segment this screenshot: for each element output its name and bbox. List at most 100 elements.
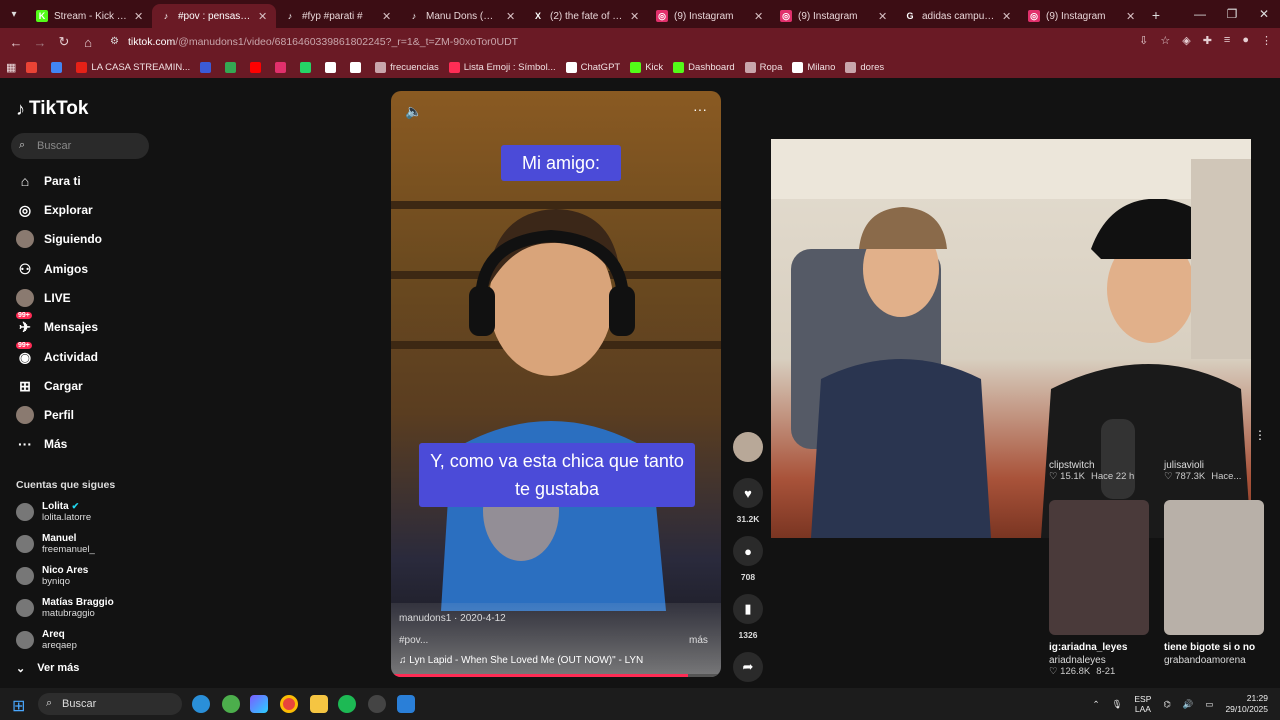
tab-close-icon[interactable]: ✕	[630, 10, 640, 23]
heart-icon[interactable]: ♥	[733, 478, 763, 508]
see-more-button[interactable]: ⌄ Ver más	[16, 662, 79, 675]
site-info-icon[interactable]: ⚙	[110, 36, 119, 47]
install-icon[interactable]: ⇩	[1139, 34, 1148, 47]
microphone-icon[interactable]: 🎙	[1112, 699, 1123, 710]
followed-account[interactable]: Matías Braggio matubraggio	[16, 597, 114, 619]
nav-item-explorar[interactable]: ◎ Explorar	[16, 199, 93, 221]
tab-close-icon[interactable]: ✕	[258, 10, 268, 23]
file-explorer-icon[interactable]	[310, 695, 328, 713]
back-icon[interactable]: ←	[4, 35, 28, 50]
followed-account[interactable]: Lolita ✔ lolita.latorre	[16, 501, 91, 523]
home-icon[interactable]: ⌂	[76, 35, 100, 50]
side-video-card[interactable]: julisavioli ♡ 787.3K Hace...	[1164, 460, 1264, 482]
clock[interactable]: 21:29 29/10/2025	[1225, 693, 1268, 715]
video-hashtags[interactable]: #pov...	[399, 635, 428, 646]
video-player[interactable]: Mi amigo: Y, como va esta chica que tant…	[391, 91, 721, 677]
bookmark-item[interactable]	[225, 61, 240, 73]
bookmark-item[interactable]	[325, 61, 340, 73]
tab-close-icon[interactable]: ✕	[878, 10, 888, 23]
video-progress-bar[interactable]	[391, 674, 721, 677]
language-indicator[interactable]: ESP LAA	[1134, 694, 1151, 714]
caption-more-link[interactable]: más	[689, 635, 708, 646]
xbox-icon[interactable]	[222, 695, 240, 713]
tab-close-icon[interactable]: ✕	[754, 10, 764, 23]
comment-icon[interactable]: ●	[733, 536, 763, 566]
app-icon[interactable]	[397, 695, 415, 713]
bookmark-item[interactable]: Lista Emoji : Símbol...	[448, 61, 556, 73]
browser-tab[interactable]: ◎ (9) Instagram ✕	[772, 4, 896, 28]
bookmark-star-icon[interactable]: ☆	[1160, 34, 1170, 47]
tab-close-icon[interactable]: ✕	[1002, 10, 1012, 23]
bookmark-item[interactable]: Milano	[792, 61, 835, 73]
nav-item-cargar[interactable]: ⊞ Cargar	[16, 375, 83, 397]
action-bookmark[interactable]: ▮ 1326	[730, 594, 766, 640]
bookmark-item[interactable]	[51, 61, 66, 73]
bookmark-item[interactable]	[26, 61, 41, 73]
copilot-icon[interactable]	[250, 695, 268, 713]
nav-item-para-ti[interactable]: ⌂ Para ti	[16, 170, 81, 192]
forward-icon[interactable]: →	[28, 35, 52, 50]
nav-item-amigos[interactable]: ⚇ Amigos	[16, 258, 88, 280]
tray-chevron-icon[interactable]: ⌃	[1092, 699, 1099, 710]
close-window-icon[interactable]: ✕	[1248, 7, 1280, 21]
nav-item-live[interactable]: ● LIVE	[16, 287, 71, 309]
video-options-icon[interactable]: ···	[693, 101, 707, 117]
reload-icon[interactable]: ↻	[52, 34, 76, 50]
tab-close-icon[interactable]: ✕	[134, 10, 144, 23]
menu-dots-icon[interactable]: ⋮	[1261, 34, 1272, 47]
browser-tab[interactable]: K Stream - Kick Dashboard ✕	[28, 4, 152, 28]
share-icon[interactable]: ➦	[733, 652, 763, 682]
browser-tab[interactable]: ◎ (9) Instagram ✕	[1020, 4, 1144, 28]
tab-close-icon[interactable]: ✕	[1126, 10, 1136, 23]
side-video-card[interactable]: clipstwitch ♡ 15.1K Hace 22 h	[1049, 460, 1149, 482]
bookmark-item[interactable]: LA CASA STREAMIN...	[76, 61, 190, 73]
music-title[interactable]: ♫ Lyn Lapid - When She Loved Me (OUT NOW…	[399, 655, 643, 666]
tab-search-icon[interactable]: ▾	[0, 9, 28, 20]
bookmark-item[interactable]	[350, 61, 365, 73]
followed-account[interactable]: Manuel freemanuel_	[16, 533, 95, 555]
tab-close-icon[interactable]: ✕	[382, 10, 392, 23]
profile-avatar[interactable]: ●	[1242, 34, 1249, 47]
bookmark-item[interactable]	[250, 61, 265, 73]
nav-item-perfil[interactable]: ● Perfil	[16, 404, 74, 426]
search-input[interactable]: ⌕ Buscar	[11, 133, 149, 159]
new-tab-button[interactable]: +	[1144, 7, 1168, 23]
followed-account[interactable]: Nico Ares byniqo	[16, 565, 88, 587]
network-icon[interactable]: ⌬	[1163, 699, 1170, 710]
nav-item-actividad[interactable]: ◉ 99+ Actividad	[16, 342, 98, 368]
tiktok-logo[interactable]: ♪ TikTok	[16, 98, 88, 120]
tab-close-icon[interactable]: ✕	[506, 10, 516, 23]
minimize-icon[interactable]: —	[1184, 7, 1216, 21]
video-author[interactable]: manudons1 · 2020-4-12	[399, 613, 506, 624]
bookmark-icon[interactable]: ▮	[733, 594, 763, 624]
author-avatar[interactable]	[733, 432, 763, 462]
bookmark-item[interactable]	[200, 61, 215, 73]
taskbar-search[interactable]: ⌕ Buscar	[38, 693, 182, 715]
bookmark-item[interactable]	[275, 61, 290, 73]
browser-tab[interactable]: ♪ Manu Dons (@manu ✕	[400, 4, 524, 28]
browser-tab[interactable]: X (2) the fate of vera on ✕	[524, 4, 648, 28]
battery-icon[interactable]: ▭	[1205, 699, 1213, 710]
side-video-card[interactable]: ig:ariadna_leyes ariadnaleyes ♡ 126.8K 8-21	[1049, 500, 1149, 677]
extension-icon[interactable]: ◈	[1182, 34, 1190, 47]
bookmark-item[interactable]: Ropa	[744, 61, 782, 73]
edge-icon[interactable]	[192, 695, 210, 713]
bookmark-item[interactable]: frecuencias	[375, 61, 439, 73]
bookmark-item[interactable]: Dashboard	[673, 61, 735, 73]
speaker-icon[interactable]: 🔊	[1183, 699, 1194, 710]
side-video-card[interactable]: tiene bigote si o no grabandoamorena	[1164, 500, 1264, 666]
restore-icon[interactable]: ❐	[1216, 7, 1248, 21]
apps-grid-icon[interactable]: ▦	[6, 61, 16, 74]
windows-start-icon[interactable]: ⊞	[12, 696, 25, 716]
bookmark-item[interactable]: Kick	[630, 61, 663, 73]
nav-item-siguiendo[interactable]: ● Siguiendo	[16, 228, 102, 250]
bookmark-item[interactable]: dores	[845, 61, 884, 73]
playlist-icon[interactable]: ≡	[1224, 34, 1230, 47]
url-bar[interactable]: ⚙ tiktok.com/@manudons1/video/6816460339…	[104, 32, 1144, 52]
browser-tab[interactable]: Gadidas campus - Busc ✕	[896, 4, 1020, 28]
followed-account[interactable]: Areq areqaep	[16, 629, 77, 651]
nav-item-más[interactable]: ··· Más	[16, 433, 67, 455]
puzzle-icon[interactable]: ✚	[1203, 34, 1212, 47]
obs-icon[interactable]	[368, 695, 386, 713]
bookmark-item[interactable]: ChatGPT	[565, 61, 620, 73]
